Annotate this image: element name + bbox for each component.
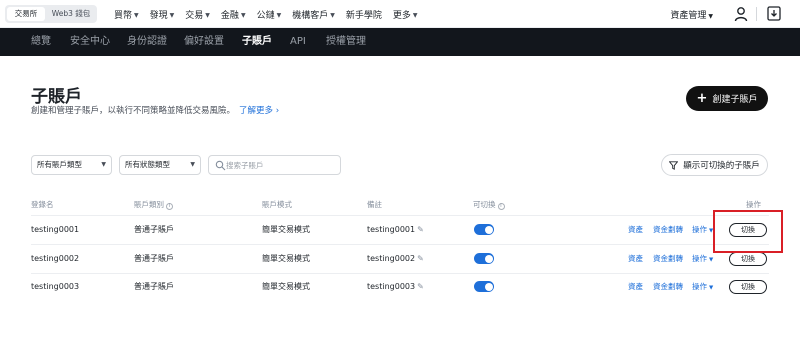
operate-menu[interactable]: 操作 ▼ bbox=[692, 216, 713, 244]
col-header-switchable: 可切換 i bbox=[473, 199, 505, 210]
show-switchable-button[interactable]: 顯示可切換的子賬戶 bbox=[661, 154, 768, 176]
cell-mode: 簡單交易模式 bbox=[262, 225, 310, 234]
divider bbox=[756, 7, 757, 21]
switch-button[interactable]: 切換 bbox=[729, 252, 767, 266]
switchable-toggle[interactable] bbox=[474, 224, 494, 235]
transfer-link[interactable]: 資金劃轉 bbox=[653, 245, 683, 273]
cell-category: 普通子賬戶 bbox=[134, 282, 174, 291]
user-icon[interactable] bbox=[734, 6, 748, 22]
chevron-down-icon: ▼ bbox=[276, 11, 282, 19]
transfer-link[interactable]: 資金劃轉 bbox=[653, 273, 683, 301]
menu-item-finance[interactable]: 金融 ▼ bbox=[221, 8, 246, 21]
cell-login: testing0001 bbox=[31, 225, 80, 234]
search-box bbox=[208, 155, 341, 175]
edit-icon[interactable]: ✎ bbox=[417, 245, 424, 273]
cell-note: testing0003 ✎ bbox=[367, 273, 424, 301]
download-icon[interactable] bbox=[767, 6, 781, 21]
search-input[interactable] bbox=[226, 157, 336, 173]
account-type-select[interactable]: 所有賬戶類型 ▼ bbox=[31, 155, 112, 175]
menu-item-buy-crypto[interactable]: 買幣 ▼ bbox=[114, 8, 139, 21]
info-icon[interactable]: i bbox=[166, 203, 173, 210]
tab-security[interactable]: 安全中心 bbox=[70, 28, 110, 56]
cell-category: 普通子賬戶 bbox=[134, 225, 174, 234]
col-header-login: 登錄名 bbox=[31, 200, 54, 209]
chevron-down-icon: ▼ bbox=[708, 13, 713, 20]
cell-category: 普通子賬戶 bbox=[134, 254, 174, 263]
cell-note: testing0001 ✎ bbox=[367, 216, 424, 244]
chevron-down-icon: ▼ bbox=[330, 11, 335, 19]
search-icon bbox=[215, 160, 226, 171]
switchable-toggle[interactable] bbox=[474, 253, 494, 264]
operate-menu[interactable]: 操作 ▼ bbox=[692, 245, 713, 273]
table-row: testing0003 普通子賬戶 簡單交易模式 testing0003 ✎ 資產… bbox=[0, 273, 800, 301]
cell-login: testing0002 bbox=[31, 254, 80, 263]
menu-item-chain[interactable]: 公鏈 ▼ bbox=[257, 8, 282, 21]
account-navigation: 總覽 安全中心 身份認證 偏好設置 子賬戶 API 授權管理 bbox=[0, 28, 800, 56]
col-header-category: 賬戶類別 i bbox=[134, 199, 173, 210]
assets-link[interactable]: 資產 bbox=[628, 245, 643, 273]
col-header-mode: 賬戶模式 bbox=[262, 200, 292, 209]
edit-icon[interactable]: ✎ bbox=[417, 216, 424, 244]
filter-icon bbox=[669, 160, 679, 170]
chevron-down-icon: ▼ bbox=[205, 11, 210, 19]
chevron-down-icon: ▼ bbox=[169, 11, 175, 19]
table-row: testing0002 普通子賬戶 簡單交易模式 testing0002 ✎ 資產… bbox=[0, 245, 800, 273]
assets-link[interactable]: 資產 bbox=[628, 273, 643, 301]
cell-mode: 簡單交易模式 bbox=[262, 254, 310, 263]
menu-item-more[interactable]: 更多 ▼ bbox=[393, 8, 418, 21]
status-type-select[interactable]: 所有狀態類型 ▼ bbox=[119, 155, 201, 175]
toggle-knob bbox=[484, 254, 493, 263]
top-navigation: 交易所 Web3 錢包 買幣 ▼ 發現 ▼ 交易 ▼ 金融 ▼ 公鏈 ▼ 機構客戶 ▼ 新手… bbox=[0, 0, 800, 28]
plus-icon: + bbox=[696, 90, 708, 106]
tab-identity[interactable]: 身份認證 bbox=[127, 28, 167, 56]
learn-more-link[interactable]: 了解更多 › bbox=[239, 106, 279, 116]
tab-authorization[interactable]: 授權管理 bbox=[326, 28, 366, 56]
page-subtitle: 創建和管理子賬戶，以執行不同策略並降低交易風險。 了解更多 › bbox=[31, 106, 280, 116]
switch-button[interactable]: 切換 bbox=[729, 280, 767, 294]
menu-item-academy[interactable]: 新手學院 bbox=[346, 8, 382, 21]
chevron-down-icon: ▼ bbox=[709, 257, 714, 263]
chevron-down-icon: ▼ bbox=[190, 161, 195, 168]
assets-link[interactable]: 資產 bbox=[628, 216, 643, 244]
cell-mode: 簡單交易模式 bbox=[262, 282, 310, 291]
cell-note: testing0002 ✎ bbox=[367, 245, 424, 273]
product-switcher: 交易所 Web3 錢包 bbox=[5, 5, 97, 23]
table-row: testing0001 普通子賬戶 簡單交易模式 testing0001 ✎ 資產… bbox=[0, 216, 800, 244]
chevron-down-icon: ▼ bbox=[709, 285, 714, 291]
segment-exchange[interactable]: 交易所 bbox=[7, 7, 45, 21]
tab-preferences[interactable]: 偏好設置 bbox=[184, 28, 224, 56]
col-header-actions: 操作 bbox=[746, 200, 761, 209]
tab-api[interactable]: API bbox=[290, 28, 306, 56]
tab-sub-accounts[interactable]: 子賬戶 bbox=[242, 28, 272, 56]
edit-icon[interactable]: ✎ bbox=[417, 273, 424, 301]
assets-menu[interactable]: 資產管理 ▼ bbox=[670, 8, 713, 21]
toggle-knob bbox=[484, 282, 493, 291]
create-sub-account-button[interactable]: + 創建子賬戶 bbox=[686, 86, 768, 111]
toggle-knob bbox=[484, 225, 493, 234]
col-header-note: 備註 bbox=[367, 200, 382, 209]
chevron-down-icon: ▼ bbox=[412, 11, 418, 19]
chevron-down-icon: ▼ bbox=[134, 11, 139, 19]
info-icon[interactable]: i bbox=[497, 203, 505, 210]
main-menu: 買幣 ▼ 發現 ▼ 交易 ▼ 金融 ▼ 公鏈 ▼ 機構客戶 ▼ 新手學院 更多 ▼ bbox=[114, 0, 429, 28]
transfer-link[interactable]: 資金劃轉 bbox=[653, 216, 683, 244]
cell-login: testing0003 bbox=[31, 282, 80, 291]
highlight-box bbox=[713, 210, 783, 253]
menu-item-institutional[interactable]: 機構客戶 ▼ bbox=[292, 8, 335, 21]
operate-menu[interactable]: 操作 ▼ bbox=[692, 273, 713, 301]
menu-item-discover[interactable]: 發現 ▼ bbox=[150, 8, 175, 21]
switchable-toggle[interactable] bbox=[474, 281, 494, 292]
tab-overview[interactable]: 總覽 bbox=[31, 28, 51, 56]
segment-web3-wallet[interactable]: Web3 錢包 bbox=[47, 7, 95, 21]
chevron-down-icon: ▼ bbox=[101, 161, 106, 168]
chevron-down-icon: ▼ bbox=[240, 11, 246, 19]
menu-item-trade[interactable]: 交易 ▼ bbox=[185, 8, 210, 21]
